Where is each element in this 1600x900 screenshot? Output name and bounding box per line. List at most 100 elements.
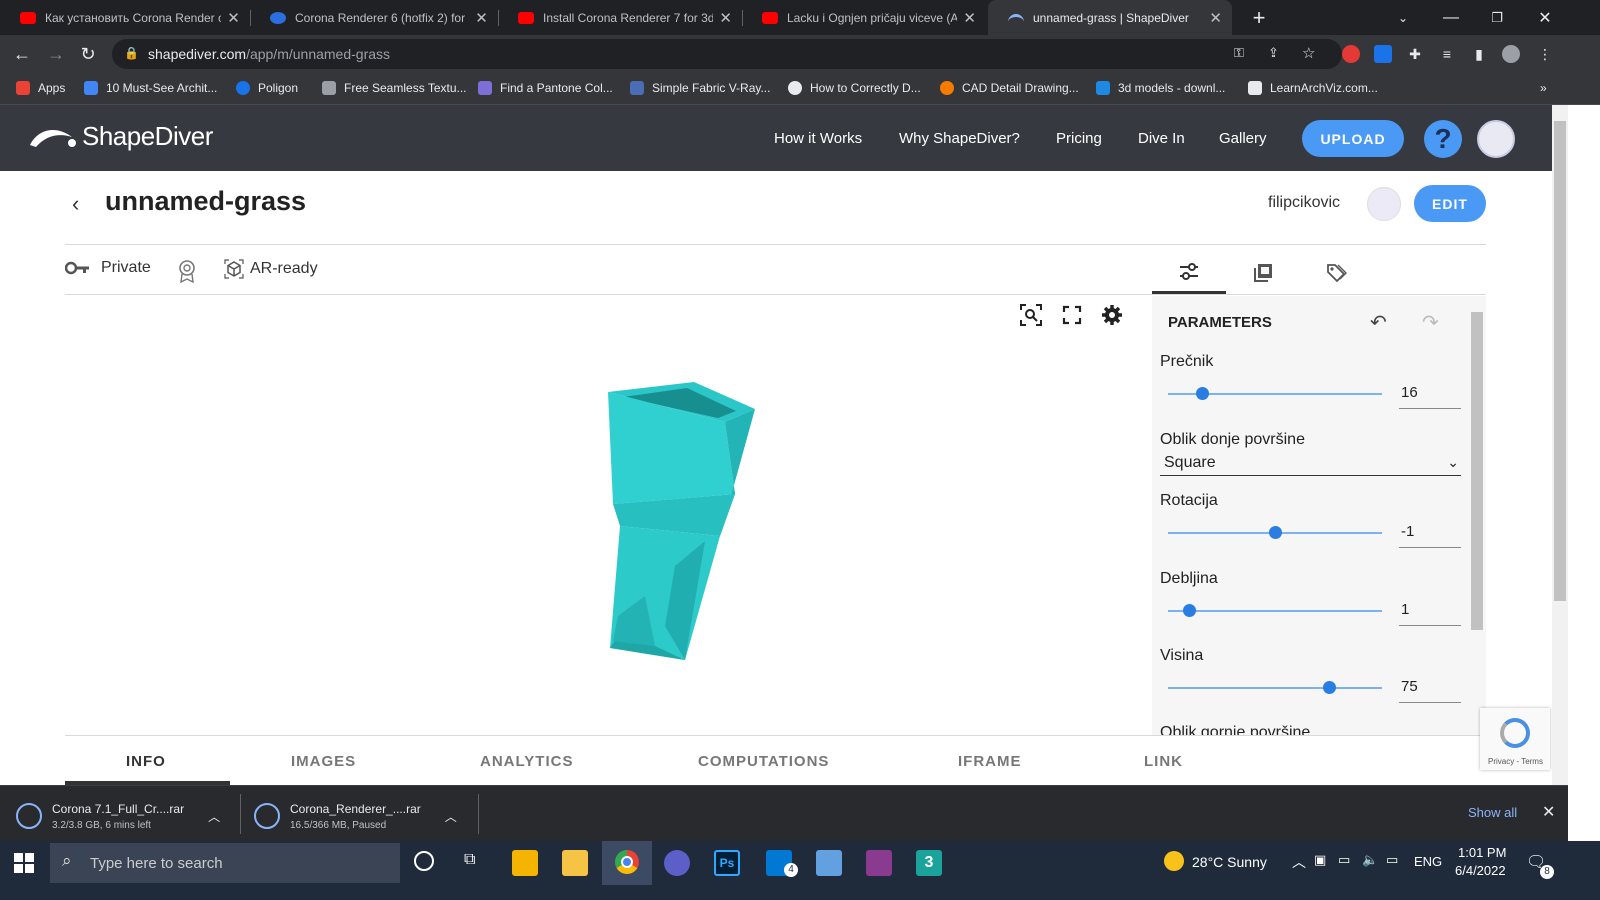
- tab-search-icon[interactable]: ⌄: [1380, 0, 1426, 35]
- browser-tab[interactable]: Как установить Corona Render с ✕: [0, 0, 250, 35]
- download-item[interactable]: Corona_Renderer_....rar 16.5/366 MB, Paus…: [254, 796, 457, 836]
- recaptcha-badge[interactable]: Privacy - Terms: [1480, 708, 1550, 770]
- taskbar-search-input[interactable]: ⌕ Type here to search: [50, 843, 400, 883]
- photoshop-icon[interactable]: Ps: [714, 850, 740, 876]
- browser-tab-active[interactable]: unnamed-grass | ShapeDiver ✕: [988, 0, 1232, 35]
- page-scroll-thumb[interactable]: [1554, 121, 1566, 601]
- bookmark-item[interactable]: 10 Must-See Archit...: [84, 81, 217, 95]
- download-item[interactable]: Corona 7.1_Full_Cr....rar 3.2/3.8 GB, 6 m…: [16, 796, 220, 836]
- network-icon[interactable]: ▭: [1386, 852, 1398, 868]
- forward-icon[interactable]: →: [44, 42, 68, 66]
- task-view-icon[interactable]: ⧉: [464, 851, 475, 869]
- share-icon[interactable]: ⇪: [1268, 45, 1279, 61]
- network-app-icon[interactable]: [816, 850, 842, 876]
- windows-start-icon[interactable]: [14, 853, 34, 878]
- badge-icon[interactable]: [177, 259, 197, 283]
- redo-icon[interactable]: ↷: [1422, 310, 1439, 335]
- winrar-icon[interactable]: [866, 850, 892, 876]
- param-slider[interactable]: [1168, 681, 1382, 694]
- help-button[interactable]: ?: [1424, 120, 1462, 158]
- param-value-input[interactable]: 16: [1399, 379, 1461, 409]
- nav-pricing[interactable]: Pricing: [1056, 130, 1102, 147]
- slider-knob[interactable]: [1269, 526, 1282, 539]
- param-value-input[interactable]: 75: [1399, 673, 1461, 703]
- slider-knob[interactable]: [1183, 604, 1197, 617]
- slider-knob[interactable]: [1196, 387, 1210, 400]
- bookmark-item[interactable]: Simple Fabric V-Ray...: [630, 81, 770, 95]
- bookmark-item[interactable]: Find a Pantone Col...: [478, 81, 613, 95]
- tab-info[interactable]: INFO: [126, 753, 166, 770]
- new-tab-button[interactable]: +: [1236, 0, 1282, 35]
- close-window-icon[interactable]: ✕: [1522, 0, 1568, 35]
- param-slider[interactable]: [1168, 387, 1382, 400]
- close-icon[interactable]: ✕: [963, 9, 976, 27]
- zoom-extents-icon[interactable]: [1020, 304, 1042, 326]
- weather-text[interactable]: 28°C Sunny: [1192, 854, 1267, 870]
- bookmark-item[interactable]: Apps: [16, 81, 65, 95]
- close-icon[interactable]: ✕: [1209, 9, 1222, 27]
- bookmarks-overflow-button[interactable]: »: [1540, 81, 1547, 95]
- address-bar[interactable]: 🔒 shapediver.com/app/m/unnamed-grass ⚿ ⇪…: [112, 39, 1342, 69]
- close-icon[interactable]: ✕: [227, 9, 240, 27]
- reload-icon[interactable]: ↻: [76, 42, 100, 66]
- bookmark-item[interactable]: CAD Detail Drawing...: [940, 81, 1079, 95]
- side-panel-icon[interactable]: ▮: [1470, 45, 1488, 63]
- fullscreen-icon[interactable]: [1061, 304, 1083, 326]
- battery-icon[interactable]: ▭: [1338, 852, 1350, 868]
- browser-tab[interactable]: Lacku i Ognjen pričaju viceve (An ✕: [742, 0, 986, 35]
- clock-time[interactable]: 1:01 PM: [1458, 845, 1506, 860]
- chrome-taskbar-active[interactable]: [602, 841, 652, 885]
- extensions-puzzle-icon[interactable]: ✚: [1406, 45, 1424, 63]
- tab-iframe[interactable]: IFRAME: [958, 753, 1022, 770]
- bookmark-item[interactable]: How to Correctly D...: [788, 81, 921, 95]
- param-select[interactable]: Square ⌄: [1160, 454, 1461, 476]
- shapediver-logo[interactable]: ShapeDiver: [28, 121, 213, 152]
- settings-gear-icon[interactable]: [1101, 304, 1123, 326]
- upload-button[interactable]: UPLOAD: [1302, 120, 1404, 157]
- close-icon[interactable]: ✕: [475, 9, 488, 27]
- nav-how-it-works[interactable]: How it Works: [774, 130, 862, 147]
- chrome-menu-icon[interactable]: ⋮: [1536, 45, 1554, 63]
- tab-computations[interactable]: COMPUTATIONS: [698, 753, 829, 770]
- show-all-link[interactable]: Show all: [1468, 805, 1517, 820]
- media-control-icon[interactable]: ≡: [1438, 45, 1456, 63]
- clock-date[interactable]: 6/4/2022: [1455, 863, 1506, 878]
- key-icon[interactable]: ⚿: [1234, 45, 1244, 61]
- close-downloads-icon[interactable]: ✕: [1542, 802, 1555, 822]
- file-explorer-icon[interactable]: [562, 850, 588, 876]
- param-value-input[interactable]: -1: [1399, 518, 1461, 548]
- nav-why-shapediver[interactable]: Why ShapeDiver?: [899, 130, 1020, 147]
- undo-icon[interactable]: ↶: [1370, 310, 1387, 335]
- browser-tab[interactable]: Corona Renderer 6 (hotfix 2) for 3 ✕: [250, 0, 498, 35]
- nav-dive-in[interactable]: Dive In: [1138, 130, 1185, 147]
- page-scrollbar[interactable]: [1552, 105, 1568, 785]
- 3ds-max-icon[interactable]: 3: [916, 850, 942, 876]
- language-indicator[interactable]: ENG: [1414, 854, 1442, 869]
- teams-icon[interactable]: [664, 850, 690, 876]
- bookmark-star-icon[interactable]: ☆: [1302, 44, 1315, 62]
- minimize-icon[interactable]: —: [1428, 0, 1474, 35]
- owner-name[interactable]: filipcikovic: [1268, 194, 1340, 212]
- browser-tab[interactable]: Install Corona Renderer 7 for 3ds ✕: [498, 0, 742, 35]
- edit-button[interactable]: EDIT: [1414, 185, 1486, 222]
- tray-app-icon[interactable]: ▣: [1314, 852, 1326, 868]
- cortana-icon[interactable]: [414, 851, 434, 871]
- bookmark-item[interactable]: Poligon: [236, 81, 298, 95]
- tab-analytics[interactable]: ANALYTICS: [480, 753, 573, 770]
- tab-images[interactable]: IMAGES: [291, 753, 356, 770]
- user-avatar[interactable]: [1477, 120, 1515, 158]
- close-icon[interactable]: ✕: [719, 9, 732, 27]
- back-icon[interactable]: ←: [10, 42, 34, 66]
- chevron-up-icon[interactable]: ︿: [208, 808, 220, 825]
- tab-exports[interactable]: [1226, 252, 1300, 294]
- param-slider[interactable]: [1168, 604, 1382, 617]
- extension-new-icon[interactable]: [1374, 45, 1392, 63]
- owner-avatar[interactable]: [1367, 187, 1401, 221]
- panel-scrollbar[interactable]: [1471, 312, 1483, 630]
- slider-knob[interactable]: [1322, 681, 1336, 694]
- chevron-up-icon[interactable]: ︿: [445, 808, 457, 825]
- 3d-viewer[interactable]: [65, 296, 1131, 736]
- back-chevron-icon[interactable]: ‹: [72, 191, 79, 217]
- volume-icon[interactable]: 🔈: [1362, 852, 1378, 868]
- bookmark-item[interactable]: 3d models - downl...: [1096, 81, 1225, 95]
